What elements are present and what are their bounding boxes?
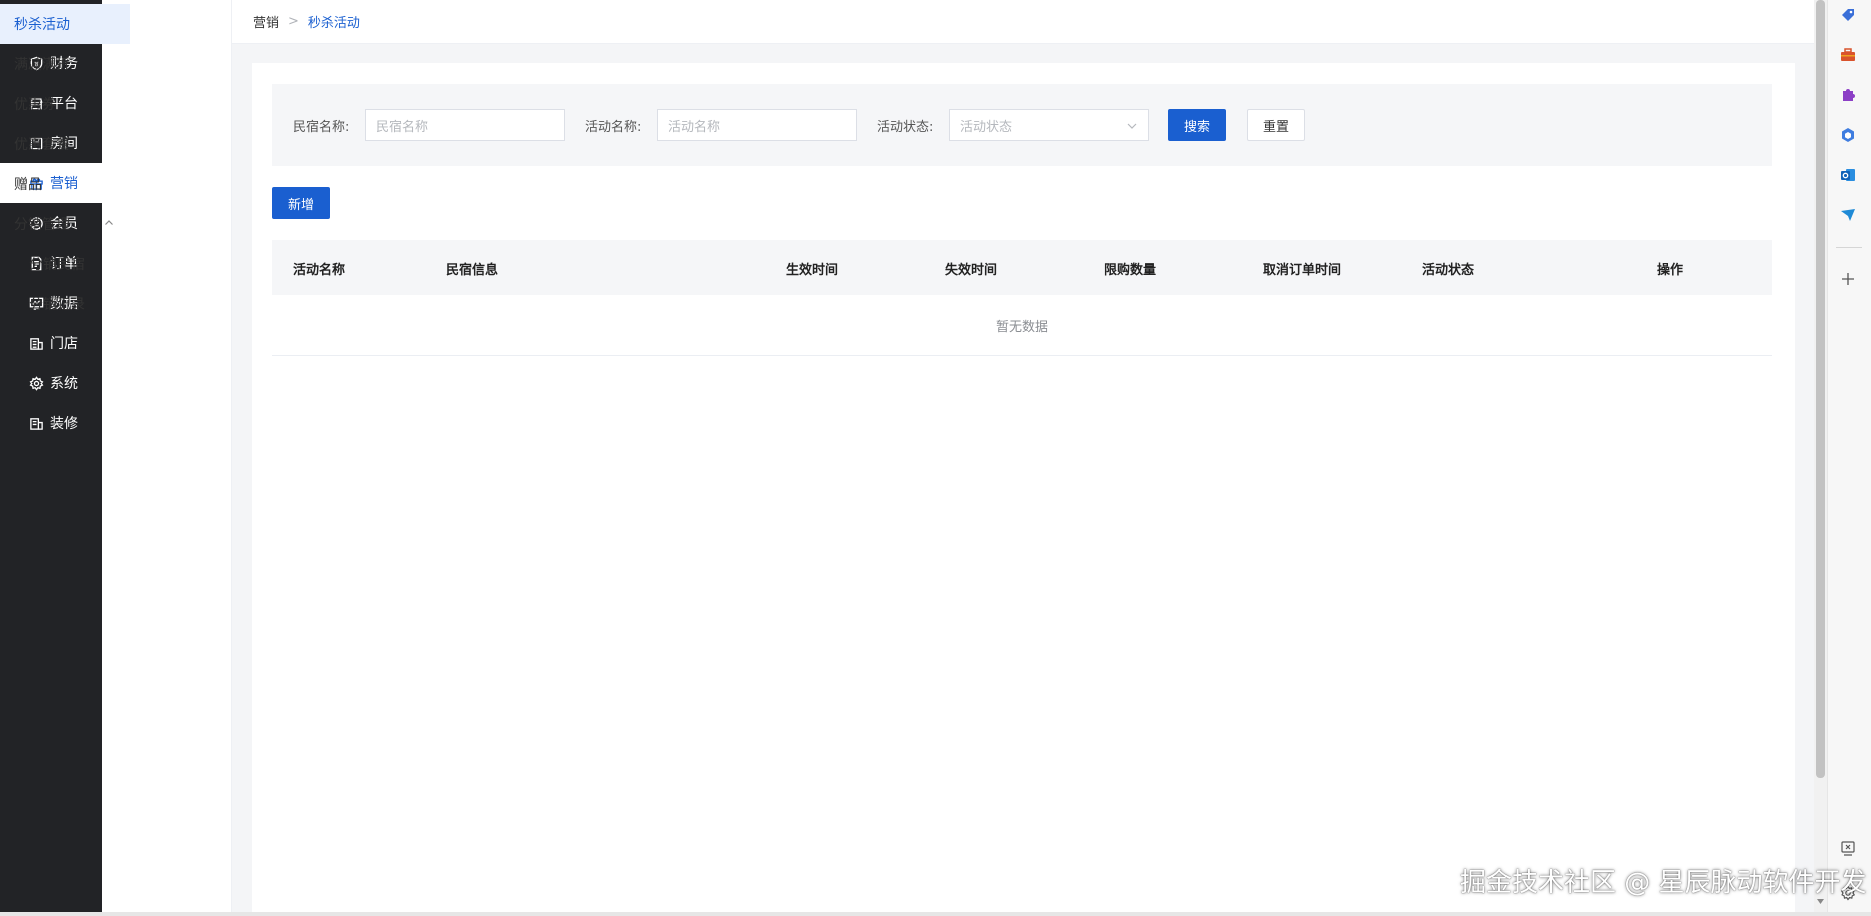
subnav-item-distribution[interactable]: 分销管理 (0, 204, 130, 244)
activity-status-label: 活动状态: (877, 120, 934, 135)
nav-item-label: 系统 (50, 376, 78, 392)
subnav-label: 赠品 (14, 177, 42, 193)
activity-name-input[interactable]: 活动名称 (657, 109, 857, 141)
column-header: 失效时间 (945, 263, 998, 278)
nav-item-decoration[interactable]: 装修 (0, 403, 102, 443)
activity-name-label: 活动名称: (585, 120, 642, 135)
watermark-text: 掘金技术社区 @ 星辰脉动软件开发 (1460, 868, 1867, 898)
add-icon[interactable] (1838, 269, 1858, 289)
empty-text: 暂无数据 (995, 320, 1048, 335)
column-header: 取消订单时间 (1263, 263, 1342, 278)
window-bottom-edge (0, 912, 1871, 916)
homestay-name-input[interactable]: 民宿名称 (365, 109, 565, 141)
subnav-label: 优惠券 (14, 97, 56, 113)
subnav-item-gift[interactable]: 赠品 (0, 164, 130, 204)
nav-item-label: 装修 (50, 416, 78, 432)
column-header: 民宿信息 (446, 263, 499, 278)
column-header: 活动状态 (1422, 263, 1475, 278)
breadcrumb-current: 秒杀活动 (307, 16, 360, 31)
search-button[interactable]: 搜索 (1168, 109, 1226, 141)
breadcrumb-parent[interactable]: 营销 (253, 12, 279, 31)
column-header: 限购数量 (1104, 263, 1157, 278)
shop-icon (28, 335, 44, 351)
column-header: 活动名称 (293, 263, 346, 278)
gear-icon (28, 375, 44, 391)
puzzle-icon[interactable] (1838, 85, 1858, 105)
reset-button[interactable]: 重置 (1247, 109, 1305, 141)
column-header: 操作 (1657, 263, 1684, 278)
homestay-name-placeholder: 民宿名称 (376, 119, 429, 135)
toolbox-icon[interactable] (1838, 45, 1858, 65)
office-icon[interactable] (1838, 125, 1858, 145)
scrollbar-thumb[interactable] (1816, 0, 1825, 778)
add-button[interactable]: 新增 (272, 187, 330, 219)
subnav-item-flash-sale[interactable]: 秒杀活动 (0, 4, 130, 44)
chevron-down-icon (1127, 123, 1137, 129)
subnav-item-distribution-homestay[interactable]: 分销民宿 (0, 244, 130, 284)
screenshot-icon[interactable] (1838, 838, 1858, 858)
subnav-label: 分销管理 (14, 217, 70, 233)
activity-status-select[interactable]: 活动状态 (949, 109, 1149, 141)
table-empty-state: 暂无数据 (272, 296, 1772, 356)
column-header: 生效时间 (786, 263, 839, 278)
subnav-label: 优惠套餐 (14, 137, 70, 153)
subnav-item-coupon[interactable]: 优惠券 (0, 84, 130, 124)
subnav-label: 秒杀活动 (14, 17, 70, 33)
nav-item-system[interactable]: 系统 (0, 363, 102, 403)
homestay-name-label: 民宿名称: (293, 120, 350, 135)
breadcrumb: 营销 > 秒杀活动 (232, 0, 1814, 44)
activity-name-placeholder: 活动名称 (668, 119, 721, 135)
breadcrumb-separator: > (288, 14, 299, 29)
outlook-icon[interactable] (1838, 165, 1858, 185)
subnav-label: 分销记录 (29, 297, 85, 313)
subnav-item-distribution-records[interactable]: 分销记录 (0, 284, 130, 324)
subnav-item-package[interactable]: 优惠套餐 (0, 124, 130, 164)
subnav-label: 满减满折 (14, 57, 70, 73)
decoration-icon (28, 415, 44, 431)
tag-icon[interactable] (1838, 5, 1858, 25)
send-icon[interactable] (1838, 205, 1858, 225)
nav-item-label: 门店 (50, 336, 78, 352)
activity-status-placeholder: 活动状态 (960, 119, 1013, 135)
subnav-label: 分销民宿 (29, 257, 85, 273)
side-panel-divider (1836, 247, 1862, 248)
chevron-up-icon (105, 220, 113, 225)
content-card (252, 63, 1795, 916)
nav-item-shop[interactable]: 门店 (0, 323, 102, 363)
subnav-item-full-reduction[interactable]: 满减满折 (0, 44, 130, 84)
